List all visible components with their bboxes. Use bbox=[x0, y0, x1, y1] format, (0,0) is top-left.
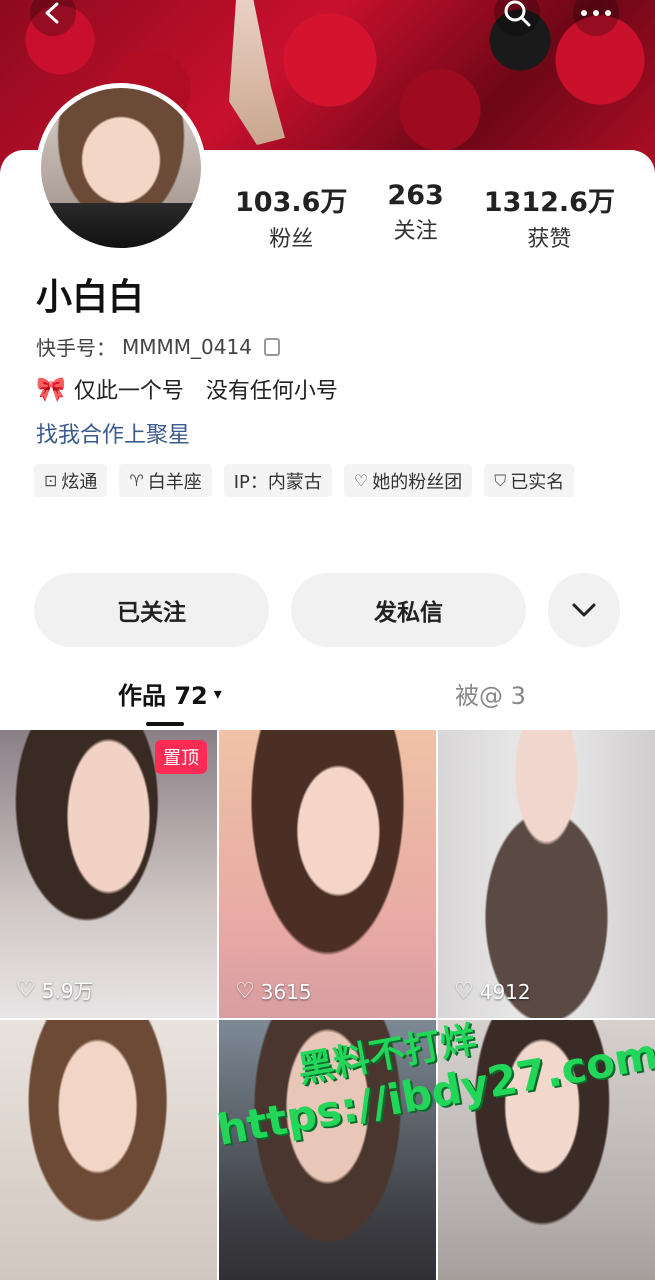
profile-name: 小白白 bbox=[36, 277, 145, 318]
chevron-left-icon bbox=[45, 2, 59, 24]
promote-icon: ⊡ bbox=[44, 471, 58, 490]
heart-icon: ♡ bbox=[235, 979, 255, 1004]
zodiac-icon: ♈ bbox=[129, 471, 144, 490]
tag-label: 她的粉丝团 bbox=[372, 471, 463, 493]
bow-icon: 🎀 bbox=[36, 375, 66, 403]
follow-button[interactable]: 已关注 bbox=[34, 573, 269, 647]
heart-icon: ♡ bbox=[16, 977, 36, 1002]
tag-promote[interactable]: ⊡ 炫通 bbox=[34, 464, 108, 497]
kuaishou-id: 快手号： MMMM_0414 bbox=[36, 332, 280, 361]
avatar[interactable] bbox=[36, 83, 206, 253]
profile-tags: ⊡ 炫通 ♈ 白羊座 IP：内蒙古 ♡ 她的粉丝团 ⛉ 已实名 bbox=[34, 464, 634, 497]
stat-likes[interactable]: 1312.6万 获赞 bbox=[484, 180, 615, 253]
search-icon bbox=[504, 0, 531, 27]
stat-label: 粉丝 bbox=[269, 227, 314, 252]
chevron-down-icon bbox=[572, 603, 596, 617]
tab-underline bbox=[146, 722, 184, 726]
copy-icon[interactable] bbox=[263, 337, 280, 356]
stat-value: 263 bbox=[387, 180, 444, 211]
stat-label: 获赞 bbox=[527, 227, 572, 252]
tag-verified[interactable]: ⛉ 已实名 bbox=[484, 464, 575, 497]
like-count: ♡ 3615 bbox=[235, 979, 312, 1004]
stat-value: 1312.6万 bbox=[483, 187, 615, 218]
tab-works[interactable]: 作品 72 ▾ bbox=[118, 676, 222, 711]
caret-down-icon: ▾ bbox=[213, 684, 222, 703]
tag-label: 已实名 bbox=[510, 471, 565, 493]
cooperation-link[interactable]: 找我合作上聚星 bbox=[36, 417, 190, 449]
kuaishou-id-label: 快手号： bbox=[36, 336, 116, 360]
more-actions-button[interactable] bbox=[548, 573, 620, 647]
tag-label: 炫通 bbox=[61, 471, 98, 493]
tag-zodiac[interactable]: ♈ 白羊座 bbox=[119, 464, 212, 497]
verified-icon: ⛉ bbox=[494, 470, 507, 490]
like-count: ♡ 5.9万 bbox=[16, 975, 94, 1004]
avatar-shirt bbox=[41, 203, 201, 248]
tag-fan-club[interactable]: ♡ 她的粉丝团 bbox=[343, 464, 473, 497]
message-button[interactable]: 发私信 bbox=[291, 573, 526, 647]
like-value: 5.9万 bbox=[41, 979, 94, 1003]
work-thumbnail[interactable]: ♡ 4912 bbox=[438, 730, 655, 1018]
bio-text: 仅此一个号 没有任何小号 bbox=[73, 379, 338, 404]
work-thumbnail[interactable]: 置顶 ♡ 5.9万 bbox=[0, 730, 217, 1018]
stat-value: 103.6万 bbox=[235, 187, 348, 218]
content-tabs: 作品 72 ▾ 被@ 3 bbox=[0, 672, 655, 730]
profile-actions: 已关注 发私信 bbox=[34, 573, 624, 647]
tag-ip: IP：内蒙古 bbox=[223, 464, 332, 497]
fan-club-icon: ♡ bbox=[353, 471, 369, 490]
work-thumbnail[interactable]: ♡ 3615 bbox=[219, 730, 436, 1018]
like-value: 3615 bbox=[260, 979, 312, 1004]
tab-works-label: 作品 72 bbox=[118, 682, 208, 710]
pinned-badge: 置顶 bbox=[155, 740, 207, 774]
kuaishou-id-value: MMMM_0414 bbox=[122, 334, 252, 359]
tab-mentioned[interactable]: 被@ 3 bbox=[455, 676, 526, 711]
stat-following[interactable]: 263 关注 bbox=[387, 180, 443, 253]
more-icon bbox=[581, 10, 611, 16]
stat-label: 关注 bbox=[393, 219, 438, 244]
tag-label: 白羊座 bbox=[147, 471, 202, 493]
work-thumbnail[interactable] bbox=[0, 1020, 217, 1280]
tag-label: IP：内蒙古 bbox=[233, 471, 322, 493]
profile-stats: 103.6万 粉丝 263 关注 1312.6万 获赞 bbox=[215, 180, 635, 253]
banner-decoration bbox=[229, 0, 285, 145]
profile-bio: 🎀 仅此一个号 没有任何小号 bbox=[36, 373, 338, 405]
stat-followers[interactable]: 103.6万 粉丝 bbox=[235, 180, 347, 253]
